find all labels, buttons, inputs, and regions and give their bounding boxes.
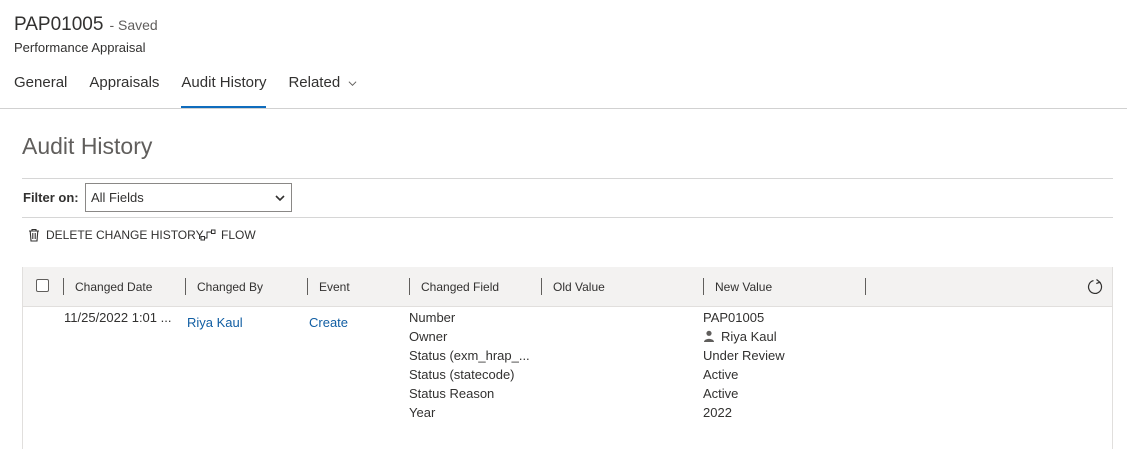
column-header-changed-by[interactable]: Changed By — [197, 280, 263, 294]
tab-label: General — [14, 74, 68, 91]
header-divider — [0, 108, 1127, 109]
column-separator[interactable] — [409, 278, 410, 295]
column-separator[interactable] — [185, 278, 186, 295]
tab-label: Appraisals — [89, 74, 160, 91]
owner-value: Riya Kaul — [721, 329, 777, 344]
select-all-checkbox[interactable] — [36, 279, 49, 292]
new-value: Active — [703, 386, 739, 401]
command-label: DELETE CHANGE HISTORY — [46, 228, 204, 242]
trash-icon — [29, 228, 39, 242]
column-separator[interactable] — [865, 278, 866, 295]
column-separator[interactable] — [63, 278, 64, 295]
new-value: PAP01005 — [703, 310, 765, 325]
new-values-list: PAP01005 Riya Kaul Under Review Active A… — [703, 308, 785, 422]
changed-field: Status (statecode) — [409, 367, 515, 382]
chevron-down-icon — [275, 195, 285, 202]
column-header-new-value[interactable]: New Value — [715, 280, 772, 294]
changed-field: Number — [409, 310, 456, 325]
column-header-event[interactable]: Event — [319, 280, 350, 294]
new-value: Active — [703, 367, 739, 382]
refresh-icon[interactable] — [1086, 278, 1104, 296]
event-link[interactable]: Create — [309, 315, 348, 330]
new-value: Under Review — [703, 348, 785, 363]
column-header-old-value[interactable]: Old Value — [553, 280, 605, 294]
column-separator[interactable] — [541, 278, 542, 295]
save-status: - Saved — [109, 17, 158, 33]
tab-audit-history[interactable]: Audit History — [181, 74, 267, 108]
changed-field: Owner — [409, 329, 448, 344]
section-title: Audit History — [22, 133, 153, 159]
divider — [22, 178, 1113, 179]
new-value: 2022 — [703, 405, 732, 420]
chevron-down-icon — [348, 81, 357, 87]
changed-field: Status (exm_hrap_... — [409, 348, 530, 363]
flow-button[interactable]: FLOW — [200, 228, 256, 242]
flow-icon — [200, 229, 216, 241]
changed-fields-list: Number Owner Status (exm_hrap_... Status… — [409, 308, 530, 422]
tab-general[interactable]: General — [14, 74, 67, 108]
changed-field: Status Reason — [409, 386, 495, 401]
tab-label: Audit History — [181, 74, 267, 91]
column-separator[interactable] — [307, 278, 308, 295]
command-label: FLOW — [221, 228, 256, 242]
column-header-changed-date[interactable]: Changed Date — [75, 280, 152, 294]
grid-header: Changed Date Changed By Event Changed Fi… — [23, 267, 1112, 307]
changed-field: Year — [409, 405, 436, 420]
audit-grid: Changed Date Changed By Event Changed Fi… — [22, 267, 1113, 449]
filter-select[interactable]: All Fields — [85, 183, 292, 212]
record-header: PAP01005 - Saved Performance Appraisal G… — [0, 0, 1127, 108]
column-separator[interactable] — [703, 278, 704, 295]
filter-label: Filter on: — [23, 190, 79, 205]
divider — [22, 217, 1113, 218]
filter-value: All Fields — [91, 190, 144, 205]
delete-change-history-button[interactable]: DELETE CHANGE HISTORY — [27, 228, 204, 242]
tab-related[interactable]: Related — [288, 74, 357, 108]
person-icon — [704, 330, 714, 342]
tab-appraisals[interactable]: Appraisals — [89, 74, 159, 108]
new-value-owner: Riya Kaul — [703, 327, 785, 346]
tab-label: Related — [288, 74, 341, 91]
record-name: PAP01005 — [14, 14, 104, 35]
tab-bar: General Appraisals Audit History Related — [14, 74, 379, 108]
changed-by-link[interactable]: Riya Kaul — [187, 315, 243, 330]
record-title: PAP01005 - Saved — [14, 14, 158, 36]
column-header-changed-field[interactable]: Changed Field — [421, 280, 499, 294]
changed-date-cell: 11/25/2022 1:01 ... — [64, 310, 172, 325]
entity-name: Performance Appraisal — [14, 40, 146, 55]
